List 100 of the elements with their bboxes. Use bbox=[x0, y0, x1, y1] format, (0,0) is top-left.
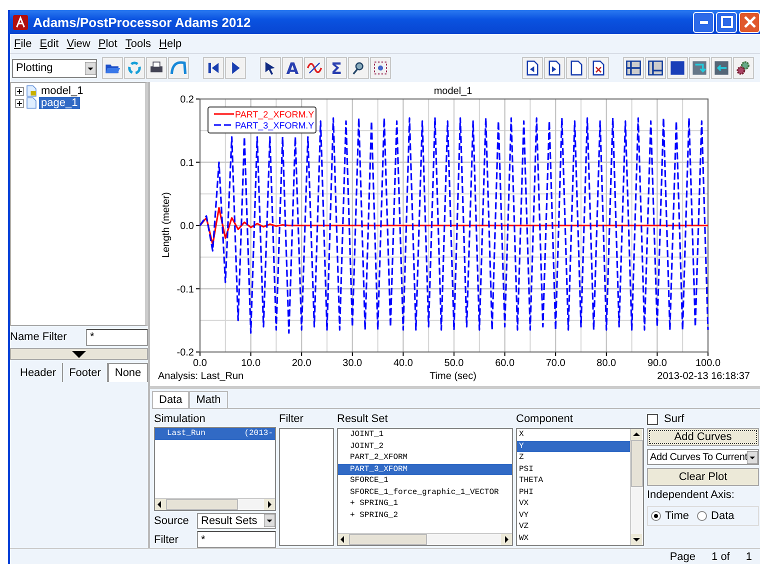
horizontal-scrollbar[interactable] bbox=[338, 533, 512, 545]
selection-icon bbox=[372, 59, 389, 77]
x-tick-label: 40.0 bbox=[393, 358, 413, 369]
add-curves-button[interactable]: Add Curves bbox=[647, 428, 759, 446]
text-tool-button[interactable]: A bbox=[282, 57, 303, 79]
collapse-bar[interactable] bbox=[10, 348, 148, 360]
y-tick-label: 0.0 bbox=[180, 221, 194, 232]
checkbox[interactable] bbox=[647, 414, 658, 424]
expand-icon[interactable] bbox=[15, 86, 24, 96]
tree-item[interactable]: page_1 bbox=[39, 97, 80, 109]
add-mode-dropdown[interactable]: Add Curves To Current bbox=[647, 449, 759, 465]
radio-button[interactable] bbox=[697, 511, 708, 521]
menu-item[interactable]: View bbox=[66, 38, 90, 50]
page-forward-button[interactable] bbox=[544, 57, 565, 79]
gears-button[interactable] bbox=[733, 57, 754, 79]
printer-button[interactable] bbox=[146, 57, 167, 79]
tab[interactable]: Math bbox=[189, 391, 228, 408]
name-filter-field[interactable]: * bbox=[86, 328, 148, 346]
legend-line bbox=[214, 124, 234, 126]
list-item[interactable]: THETA bbox=[517, 475, 630, 486]
list-item[interactable]: Y bbox=[517, 440, 630, 452]
legend-label: PART_3_XFORM.Y bbox=[235, 120, 314, 130]
radio-button[interactable] bbox=[651, 511, 661, 521]
x-tick-label: 0.0 bbox=[193, 358, 207, 369]
zoom-button[interactable] bbox=[348, 57, 369, 79]
list-item[interactable]: PHI bbox=[517, 486, 630, 498]
arrow-left-button[interactable] bbox=[711, 57, 732, 79]
page-back-icon bbox=[524, 59, 541, 77]
page-forward-icon bbox=[546, 59, 563, 77]
tree-item[interactable]: model_1 bbox=[39, 85, 86, 97]
menu-item[interactable]: Tools bbox=[125, 38, 152, 50]
split-layout-button[interactable] bbox=[645, 57, 666, 79]
page-delete-button[interactable] bbox=[588, 57, 609, 79]
grid-layout-button[interactable] bbox=[623, 57, 644, 79]
menu-item[interactable]: File bbox=[14, 38, 32, 50]
mode-dropdown[interactable]: Plotting bbox=[12, 58, 97, 78]
filter-field[interactable]: * bbox=[197, 531, 276, 548]
list-item[interactable]: VZ bbox=[517, 521, 630, 532]
close-button[interactable] bbox=[739, 12, 760, 32]
independent-axis-label: Independent Axis: bbox=[647, 489, 736, 503]
menu-item[interactable]: Help bbox=[159, 38, 182, 50]
list-item[interactable]: Z bbox=[517, 452, 630, 464]
vertical-scrollbar[interactable] bbox=[630, 429, 643, 545]
minimize-icon bbox=[700, 20, 708, 24]
selection-button[interactable] bbox=[370, 57, 391, 79]
x-tick-label: 10.0 bbox=[241, 358, 261, 369]
list-item[interactable]: JOINT_1 bbox=[338, 429, 512, 440]
tab[interactable]: None bbox=[108, 363, 148, 382]
dropdown-arrow-icon bbox=[747, 450, 758, 464]
x-tick-label: 80.0 bbox=[596, 358, 616, 369]
analysis-label: Analysis: Last_Run bbox=[158, 371, 244, 382]
list-item[interactable]: + SPRING_1 bbox=[338, 498, 512, 510]
page-back-button[interactable] bbox=[522, 57, 543, 79]
expand-icon[interactable] bbox=[15, 98, 24, 108]
blank-page-button[interactable] bbox=[566, 57, 587, 79]
source-label: Source bbox=[154, 514, 189, 527]
pointer-button[interactable] bbox=[260, 57, 281, 79]
list-item[interactable]: PART_3_XFORM bbox=[338, 464, 512, 475]
list-item[interactable]: SFORCE_1 bbox=[338, 475, 512, 486]
play-button[interactable] bbox=[225, 57, 246, 79]
horizontal-scrollbar[interactable] bbox=[155, 498, 275, 510]
list-item[interactable]: + SPRING_2 bbox=[338, 510, 512, 521]
source-dropdown[interactable]: Result Sets bbox=[197, 512, 276, 529]
page-icon bbox=[26, 97, 37, 109]
clear-plot-button[interactable]: Clear Plot bbox=[647, 468, 759, 486]
y-tick-label: -0.2 bbox=[176, 348, 194, 358]
full-layout-icon bbox=[669, 59, 686, 77]
list-item[interactable]: PART_2_XFORM bbox=[338, 452, 512, 464]
blank-page-icon bbox=[568, 59, 585, 77]
skip-back-button[interactable] bbox=[203, 57, 224, 79]
minimize-button[interactable] bbox=[693, 12, 714, 32]
menu-item[interactable]: Edit bbox=[40, 38, 59, 50]
x-tick-label: 20.0 bbox=[292, 358, 312, 369]
x-tick-label: 60.0 bbox=[495, 358, 515, 369]
list-item[interactable]: WX bbox=[517, 532, 630, 544]
checkbox-label: Surf bbox=[664, 413, 684, 425]
full-layout-button[interactable] bbox=[667, 57, 688, 79]
y-axis-title: Length (meter) bbox=[161, 192, 172, 258]
menu-item[interactable]: Plot bbox=[98, 38, 118, 50]
wave-button[interactable] bbox=[304, 57, 325, 79]
list-item[interactable]: JOINT_2 bbox=[338, 440, 512, 452]
list-item[interactable]: VX bbox=[517, 498, 630, 510]
tab[interactable]: Header bbox=[14, 363, 64, 382]
status-text: 1 bbox=[746, 550, 752, 562]
list-item[interactable]: Last_Run (2013- bbox=[155, 428, 275, 440]
maximize-button[interactable] bbox=[716, 12, 737, 32]
radio-label: Data bbox=[711, 510, 734, 522]
list-item[interactable]: SFORCE_1_force_graphic_1_VECTOR bbox=[338, 486, 512, 498]
tab[interactable]: Data bbox=[152, 391, 190, 408]
name-filter-label: Name Filter bbox=[10, 331, 67, 343]
swap-button[interactable] bbox=[689, 57, 710, 79]
window-title: Adams/PostProcessor Adams 2012 bbox=[33, 14, 252, 30]
model-icon bbox=[26, 85, 37, 97]
folder-button[interactable] bbox=[102, 57, 123, 79]
y-tick-label: 0.1 bbox=[180, 158, 194, 169]
swap-icon bbox=[691, 59, 708, 77]
list-item[interactable]: VY bbox=[517, 510, 630, 521]
list-item[interactable]: PSI bbox=[517, 464, 630, 475]
list-item[interactable]: X bbox=[517, 429, 630, 440]
text-tool-button[interactable]: Σ bbox=[326, 57, 347, 79]
